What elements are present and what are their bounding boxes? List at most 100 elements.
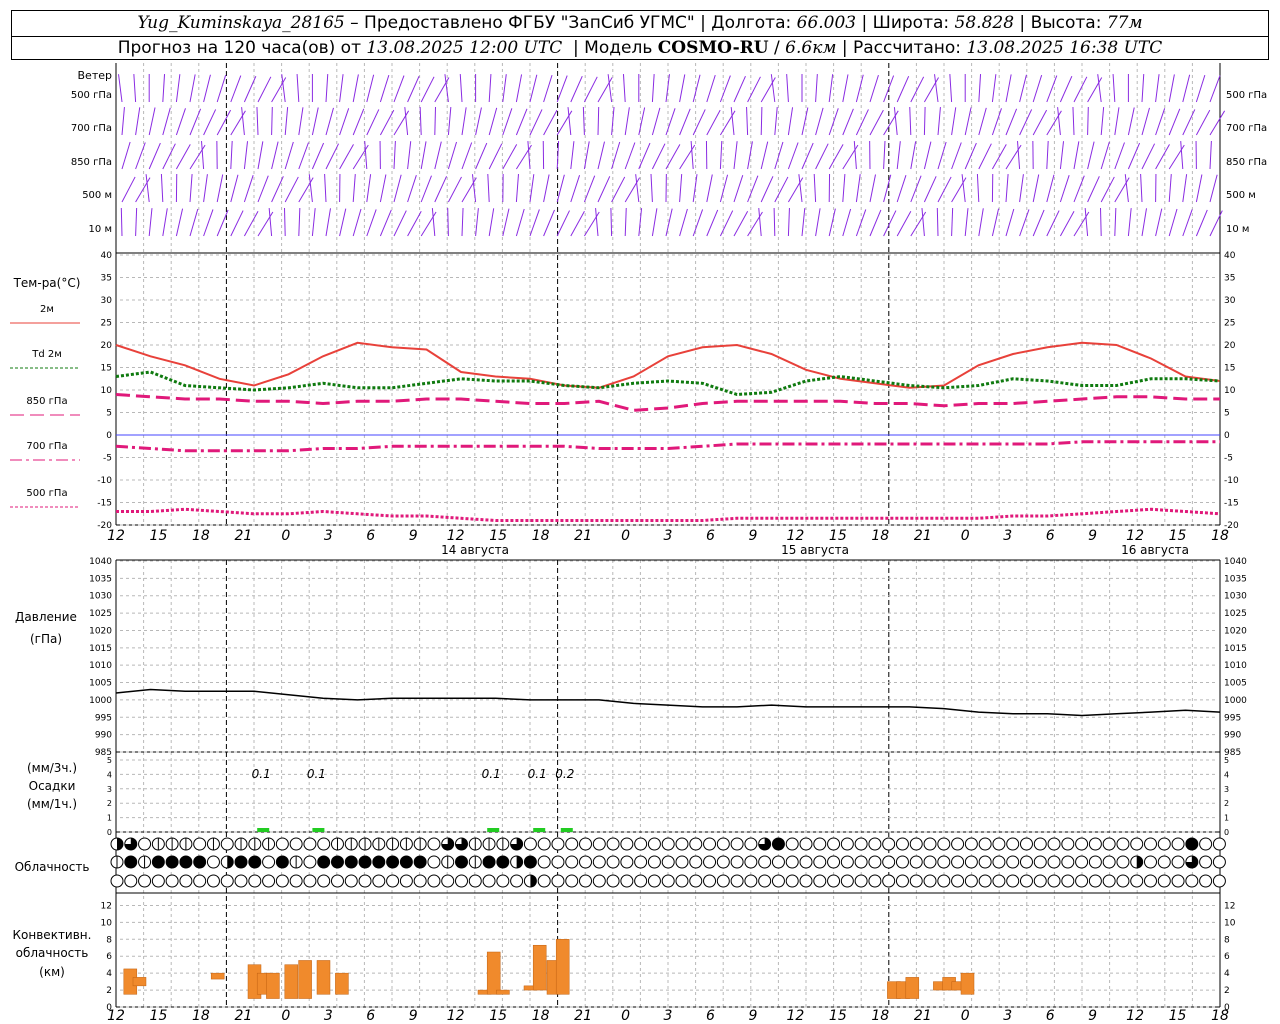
- y-tick-label-left: 1005: [89, 679, 112, 689]
- wind-barb: [325, 107, 334, 136]
- wind-barb: [719, 75, 731, 103]
- cloud-symbol: [592, 874, 606, 888]
- wind-level-label-left: 500 гПа: [71, 90, 112, 101]
- wind-barb: [434, 176, 448, 203]
- cloud-symbol: [744, 874, 758, 888]
- cloud-symbol: [1144, 874, 1157, 888]
- y-tick-label-right: 1040: [1224, 557, 1247, 567]
- cloud-fill-full: [345, 856, 358, 868]
- wind-barb: [770, 74, 776, 103]
- cloud-symbol: [124, 874, 138, 888]
- wind-barb: [760, 176, 774, 203]
- cloud-symbol: [1144, 855, 1157, 869]
- cloud-symbol: [303, 837, 317, 851]
- y-tick-label-left: 30: [101, 296, 113, 306]
- wind-barb: [910, 76, 925, 103]
- wind-barb: [308, 174, 313, 203]
- cloud-fill-full: [248, 856, 261, 868]
- cloud-symbol: [978, 874, 992, 888]
- cloud-symbol: [1157, 855, 1171, 869]
- cloud-symbol: [661, 874, 675, 888]
- wind-barb: [815, 208, 821, 237]
- cloud-fill-full: [124, 856, 137, 868]
- cloud-symbol: [1088, 874, 1102, 888]
- y-tick-label-left: 1015: [89, 644, 112, 654]
- y-tick-label-right: 4: [1224, 770, 1229, 779]
- wind-barb: [311, 107, 319, 136]
- date-label: 16 августа: [1121, 543, 1189, 557]
- wind-barb: [801, 208, 806, 237]
- cloud-symbol: [468, 874, 482, 888]
- cloud-symbol: [1088, 855, 1102, 869]
- precip-value-label: 0.1: [252, 767, 271, 781]
- wind-barb: [1182, 109, 1196, 136]
- cloud-symbol: [1047, 874, 1061, 888]
- wind-barb: [162, 107, 171, 136]
- cloud-symbol: [937, 837, 951, 851]
- time-tick-label-top: 0: [281, 528, 290, 544]
- wind-barb: [624, 207, 627, 237]
- time-tick-label-bottom: 9: [409, 1008, 418, 1024]
- wind-barb: [583, 76, 598, 103]
- conv-ylabel: Конвективн.: [13, 928, 92, 942]
- y-tick-label-right: 1: [1224, 814, 1229, 823]
- cloud-symbol: [716, 855, 730, 869]
- cloud-symbol: [827, 855, 841, 869]
- wind-barb: [896, 75, 910, 103]
- cloud-symbol: [565, 837, 579, 851]
- y-tick-label-right: 3: [1224, 785, 1229, 794]
- wind-panel: Ветер 500 гПа 500 гПа 700 гПа 700 гПа 850 гПа…: [71, 69, 1267, 237]
- wind-barb: [556, 210, 570, 237]
- convective-cloud-bar: [298, 960, 312, 999]
- wind-barb: [201, 141, 205, 170]
- wind-barb: [787, 207, 790, 237]
- time-tick-label-top: 0: [621, 528, 630, 544]
- wind-barb: [1127, 208, 1132, 237]
- legend-label: 700 гПа: [26, 441, 67, 452]
- cloud-symbol: [661, 855, 675, 869]
- wind-barb: [1087, 106, 1089, 136]
- wind-barb: [828, 144, 844, 170]
- convective-cloud-bar: [266, 972, 280, 999]
- cloud-symbol: [1061, 874, 1075, 888]
- wind-barb: [543, 174, 550, 203]
- wind-barb: [1141, 143, 1156, 170]
- wind-barb: [393, 174, 402, 203]
- wind-barb: [909, 106, 912, 136]
- cloud-symbol: [1199, 855, 1213, 869]
- time-tick-label-top: 9: [748, 528, 757, 544]
- wind-barb: [1209, 75, 1221, 103]
- wind-barb: [488, 143, 503, 170]
- wind-barb: [447, 176, 462, 203]
- time-tick-label-top: 12: [1126, 528, 1144, 544]
- cloud-symbol: [964, 874, 978, 888]
- cloud-symbol: [620, 837, 634, 851]
- wind-barb: [1073, 175, 1085, 203]
- wind-barb: [352, 174, 356, 203]
- wind-barb: [665, 108, 676, 136]
- wind-barb: [515, 74, 523, 103]
- wind-barb: [461, 207, 464, 237]
- cloud-symbol: [262, 874, 276, 888]
- wind-barb: [1100, 141, 1110, 170]
- wind-barb: [733, 210, 749, 237]
- wind-barb: [949, 74, 953, 103]
- cloud-symbol: [206, 855, 220, 869]
- time-tick-label-bottom: 21: [914, 1008, 932, 1024]
- cloud-symbol: [716, 874, 730, 888]
- y-tick-label-right: 2: [1224, 799, 1229, 808]
- wind-barb: [733, 141, 738, 170]
- wind-barb: [1195, 174, 1203, 203]
- cloud-symbol: [1006, 837, 1020, 851]
- cloud-symbol: [330, 874, 344, 888]
- time-tick-label-top: 12: [786, 528, 804, 544]
- wind-barb: [216, 74, 227, 103]
- wind-barb: [679, 74, 686, 103]
- wind-barb: [651, 74, 655, 103]
- wind-barb: [893, 107, 898, 136]
- wind-barb: [379, 74, 390, 103]
- wind-barb: [135, 207, 138, 237]
- wind-barb: [1046, 141, 1049, 170]
- wind-barb: [747, 141, 753, 170]
- wind-barb: [883, 174, 892, 203]
